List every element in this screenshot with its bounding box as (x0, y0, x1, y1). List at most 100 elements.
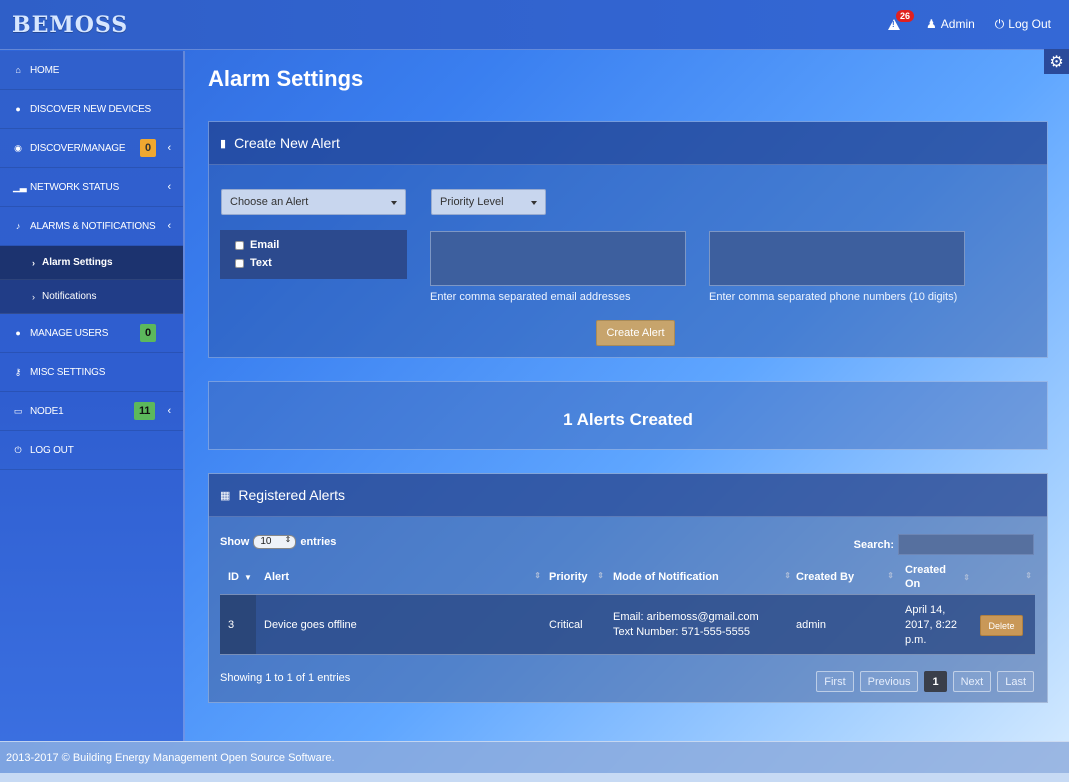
column-header-mode[interactable]: Mode of Notification ⇕ (613, 560, 791, 594)
email-checkbox[interactable] (235, 240, 244, 250)
phone-help-text: Enter comma separated phone numbers (10 … (709, 291, 958, 303)
sidebar-subitem-notifications[interactable]: › Notifications (0, 280, 183, 314)
sort-icon: ⇕ (534, 571, 541, 580)
count-badge: 0 (140, 324, 156, 342)
chevron-left-icon: ‹ (167, 220, 172, 232)
table-row: 3 Device goes offline Critical Email: ar… (220, 594, 1035, 655)
sidebar-subitem-alarm-settings[interactable]: › Alarm Settings (0, 246, 183, 280)
sidebar-item-label: MANAGE USERS (30, 327, 109, 339)
bookmark-icon: ▮ (220, 137, 227, 150)
sidebar-item-network-status[interactable]: ▁▃ NETWORK STATUS ‹ (0, 168, 183, 207)
brand-logo[interactable]: BEMOSS (12, 12, 128, 38)
column-header-alert[interactable]: Alert ⇕ (264, 560, 541, 594)
column-label: Created By (796, 571, 855, 583)
table-search: Search: (854, 534, 1034, 555)
updown-icon: ⇕ (284, 535, 292, 544)
sidebar-item-label: NETWORK STATUS (30, 181, 120, 193)
chevron-left-icon: ‹ (167, 142, 172, 154)
alert-count-badge: 26 (896, 10, 915, 22)
sidebar-item-label: HOME (30, 64, 60, 76)
email-help-text: Enter comma separated email addresses (430, 291, 631, 303)
registered-alerts-panel: ▦ Registered Alerts Show 10 ⇕ entries Se… (208, 473, 1048, 703)
column-header-id[interactable]: ID ▼ (220, 560, 256, 594)
pager-previous[interactable]: Previous (859, 671, 919, 692)
logout-link[interactable]: ⏻ Log Out (995, 16, 1051, 32)
user-icon: ● (15, 104, 21, 114)
column-header-created-on[interactable]: Created On ⇕ (905, 560, 970, 594)
sidebar-item-label: DISCOVER NEW DEVICES (30, 103, 152, 115)
sidebar-subitem-label: Alarm Settings (42, 257, 113, 268)
copyright-text: 2013-2017 © Building Energy Management O… (6, 751, 335, 764)
cell-created-on-1: April 14, (905, 604, 946, 616)
panel-header: ▮ Create New Alert (209, 122, 1047, 165)
cell-mode-text: Text Number: 571-555-5555 (613, 626, 750, 638)
choose-alert-select[interactable]: Choose an Alert (221, 189, 406, 215)
alerts-button[interactable]: 26 (888, 10, 915, 32)
text-checkbox-row[interactable]: Text (220, 254, 407, 272)
cell-id: 3 (228, 619, 235, 631)
sidebar-item-label: DISCOVER/MANAGE (30, 142, 126, 154)
panel-title: Registered Alerts (238, 487, 346, 503)
column-header-actions: ⇕ (979, 560, 1032, 594)
person-icon: ♟ (926, 17, 937, 31)
column-header-created-by[interactable]: Created By ⇕ (796, 560, 894, 594)
sidebar-item-misc-settings[interactable]: ⚷ MISC SETTINGS (0, 353, 183, 392)
sidebar-item-discover-new-devices[interactable]: ● DISCOVER NEW DEVICES (0, 90, 183, 129)
bell-icon: ♪ (15, 221, 21, 231)
create-alert-panel: ▮ Create New Alert Choose an Alert Prior… (208, 121, 1048, 358)
settings-button[interactable]: ⚙ (1044, 49, 1069, 74)
sidebar-item-label: LOG OUT (30, 444, 74, 456)
chevron-right-icon: › (32, 257, 35, 268)
select-value: Priority Level (440, 196, 504, 208)
sidebar-item-manage-users[interactable]: ● MANAGE USERS 0 (0, 314, 183, 353)
sidebar-item-alarms-notifications[interactable]: ♪ ALARMS & NOTIFICATIONS ‹ (0, 207, 183, 246)
pager-page-1[interactable]: 1 (924, 671, 947, 692)
email-checkbox-row[interactable]: Email (220, 236, 407, 254)
page-title: Alarm Settings (208, 66, 364, 91)
top-navbar: BEMOSS 26 ♟ Admin ⏻ Log Out (0, 0, 1069, 50)
cell-created-on-2: 2017, 8:22 (905, 619, 957, 631)
count-badge: 11 (134, 402, 156, 420)
sidebar-item-log-out[interactable]: ⏻ LOG OUT (0, 431, 183, 470)
sidebar-item-label: ALARMS & NOTIFICATIONS (30, 220, 156, 232)
sort-icon: ⇕ (597, 571, 604, 580)
sort-icon: ⇕ (784, 571, 791, 580)
create-alert-button[interactable]: Create Alert (596, 320, 675, 346)
table-icon: ▦ (220, 489, 231, 502)
entries-label: entries (300, 536, 337, 548)
pager-next[interactable]: Next (952, 671, 992, 692)
alerts-count-text: 1 Alerts Created (563, 410, 693, 429)
email-addresses-textarea[interactable] (430, 231, 686, 286)
signal-icon: ▁▃ (13, 181, 27, 192)
notification-mode-box: Email Text (220, 230, 407, 279)
admin-link[interactable]: ♟ Admin (926, 16, 975, 32)
caret-down-icon (391, 201, 397, 205)
search-input[interactable] (898, 534, 1034, 555)
text-checkbox[interactable] (235, 258, 244, 268)
priority-level-select[interactable]: Priority Level (431, 189, 546, 215)
sidebar-item-home[interactable]: ⌂ HOME (0, 51, 183, 90)
sidebar-subitem-label: Notifications (42, 291, 97, 302)
select-value: Choose an Alert (230, 196, 309, 208)
sidebar-item-discover-manage[interactable]: ◉ DISCOVER/MANAGE 0 ‹ (0, 129, 183, 168)
user-icon: ● (15, 328, 21, 338)
home-icon: ⌂ (15, 65, 21, 75)
chevron-left-icon: ‹ (167, 181, 172, 193)
sidebar-item-label: NODE1 (30, 405, 64, 417)
show-entries: Show 10 ⇕ entries (220, 535, 336, 549)
page-footer: 2013-2017 © Building Energy Management O… (0, 741, 1069, 773)
pager-last[interactable]: Last (997, 671, 1034, 692)
cell-created-by: admin (796, 619, 826, 631)
cell-created-on-3: p.m. (905, 634, 927, 646)
column-header-priority[interactable]: Priority ⇕ (549, 560, 604, 594)
delete-button[interactable]: Delete (980, 615, 1023, 636)
pager-first[interactable]: First (816, 671, 854, 692)
entries-per-page-select[interactable]: 10 ⇕ (253, 535, 297, 549)
admin-label: Admin (940, 17, 975, 31)
sort-icon: ⇕ (887, 571, 894, 580)
sidebar-item-node1[interactable]: ▭ NODE1 11 ‹ (0, 392, 183, 431)
sidebar: ⌂ HOME ● DISCOVER NEW DEVICES ◉ DISCOVER… (0, 51, 185, 741)
panel-header: ▦ Registered Alerts (209, 474, 1047, 517)
phone-numbers-textarea[interactable] (709, 231, 965, 286)
monitor-icon: ▭ (13, 405, 23, 416)
